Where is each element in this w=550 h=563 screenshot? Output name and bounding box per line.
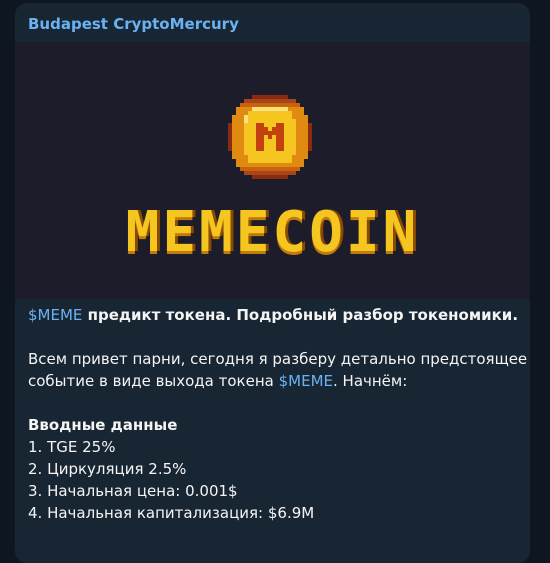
headline: $MEME предикт токена. Подробный разбор т… bbox=[28, 304, 518, 326]
list-item: 1. TGE 25% bbox=[28, 438, 116, 456]
headline-text: предикт токена. Подробный разбор токеном… bbox=[82, 306, 519, 324]
section-title: Вводные данные bbox=[28, 416, 178, 434]
list-item: 2. Циркуляция 2.5% bbox=[28, 460, 187, 478]
list-item: 3. Начальная цена: 0.001$ bbox=[28, 482, 238, 500]
ticker-hashtag-link[interactable]: $MEME bbox=[28, 306, 82, 324]
intro-text-after: . Начнём: bbox=[333, 372, 408, 390]
intro-line-1: Всем привет парни, сегодня я разберу дет… bbox=[28, 350, 528, 368]
channel-name-link[interactable]: Budapest CryptoMercury bbox=[28, 15, 239, 33]
post-image[interactable]: MEMECOIN bbox=[15, 42, 530, 299]
list-item: 4. Начальная капитализация: $6.9M bbox=[28, 504, 315, 522]
message-text: $MEME предикт токена. Подробный разбор т… bbox=[28, 304, 528, 524]
memecoin-logo-text: MEMECOIN bbox=[125, 200, 420, 265]
intro-line-2: событие в виде выхода токена $MEME. Начн… bbox=[28, 370, 518, 392]
memecoin-coin-icon bbox=[228, 95, 312, 179]
channel-post: Budapest CryptoMercury MEMECOIN $MEME пр… bbox=[15, 3, 530, 563]
intro-text-before: событие в виде выхода токена bbox=[28, 372, 279, 390]
ticker-hashtag-link-2[interactable]: $MEME bbox=[279, 372, 333, 390]
